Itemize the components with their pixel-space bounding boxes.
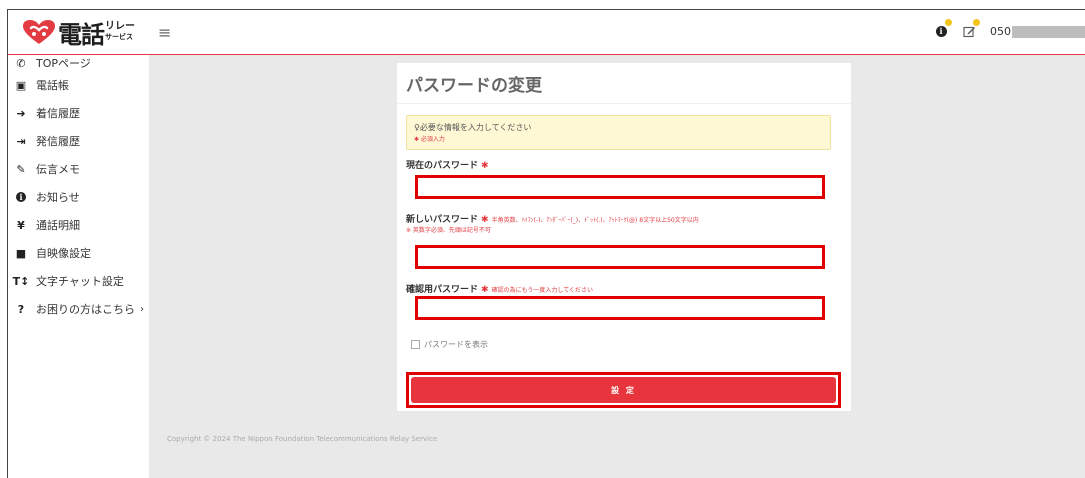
notification-button[interactable]: i — [932, 19, 952, 40]
sidebar-item-memo[interactable]: ✎ 伝言メモ — [8, 155, 149, 183]
info-circle-icon: i — [935, 25, 947, 37]
required-mark: ✱ — [481, 161, 489, 171]
app-frame: 電話 リレー サービス ≡ i 050 ✆ TOPページ ▣ 電話帳 ➜ 着信履… — [7, 9, 1085, 478]
top-header: 電話 リレー サービス ≡ i 050 — [8, 10, 1085, 55]
submit-button[interactable]: 設 定 — [411, 377, 836, 403]
new-password-label: 新しいパスワード ✱ 半角英数、ﾊｲﾌﾝ(-)、ｱﾝﾀﾞｰﾊﾞｰ(_)、ﾄﾞｯﾄ(.… — [406, 212, 699, 225]
outgoing-call-icon: ⇥ — [16, 134, 26, 148]
brand-logo[interactable]: 電話 リレー サービス — [22, 17, 135, 49]
page-title: パスワードの変更 — [406, 76, 542, 96]
memo-button[interactable] — [960, 19, 980, 40]
confirm-password-field[interactable] — [418, 299, 826, 320]
heart-logo-icon — [23, 20, 55, 44]
show-password-toggle[interactable]: パスワードを表示 — [411, 339, 488, 350]
label-text: 新しいパスワード — [406, 215, 479, 225]
sidebar-item-label: 通話明細 — [36, 219, 80, 232]
chevron-right-icon: › — [140, 303, 144, 315]
memo-icon: ✎ — [16, 162, 26, 176]
phone-masked — [1012, 25, 1085, 38]
sidebar-item-top[interactable]: ✆ TOPページ — [8, 55, 149, 71]
confirm-password-input[interactable] — [415, 296, 826, 320]
info-icon: i — [14, 190, 28, 204]
edit-icon — [962, 26, 975, 37]
current-password-input[interactable] — [415, 175, 826, 199]
label-text: 現在のパスワード — [406, 161, 479, 171]
hamburger-icon[interactable]: ≡ — [158, 23, 171, 42]
logo-sub-bottom: サービス — [105, 33, 133, 41]
sidebar-item-label: 電話帳 — [36, 79, 69, 92]
sidebar-item-video[interactable]: ■ 自映像設定 — [8, 239, 149, 267]
sidebar-item-incoming[interactable]: ➜ 着信履歴 — [8, 99, 149, 127]
sidebar: ✆ TOPページ ▣ 電話帳 ➜ 着信履歴 ⇥ 発信履歴 ✎ 伝言メモ i お知… — [8, 55, 149, 478]
divider — [397, 103, 851, 104]
logo-wordmark: 電話 — [58, 20, 105, 49]
confirm-password-hint: 確認の為にもう一度入力してください — [491, 287, 594, 294]
submit-highlight: 設 定 — [406, 372, 841, 408]
phone-icon: ✆ — [16, 56, 26, 70]
current-password-label: 現在のパスワード ✱ — [406, 158, 489, 171]
incoming-call-icon: ➜ — [16, 106, 26, 120]
sidebar-item-label: 発信履歴 — [36, 135, 80, 148]
copyright-footer: Copyright © 2024 The Nippon Foundation T… — [167, 435, 438, 443]
phone-prefix: 050 — [990, 24, 1011, 38]
confirm-password-label: 確認用パスワード ✱ 確認の為にもう一度入力してください — [406, 282, 593, 295]
memo-dot — [973, 19, 980, 26]
notice-required: ✱ 必須入力 — [414, 136, 445, 143]
sidebar-item-label: TOPページ — [36, 57, 91, 70]
sidebar-item-billing[interactable]: ¥ 通話明細 — [8, 211, 149, 239]
sidebar-item-label: 文字チャット設定 — [36, 275, 124, 288]
info-notice: ♀必要な情報を入力してください ✱ 必須入力 — [406, 115, 831, 150]
required-mark: ✱ — [481, 215, 489, 225]
password-change-card: パスワードの変更 ♀必要な情報を入力してください ✱ 必須入力 現在のパスワード… — [397, 63, 851, 411]
notification-dot — [945, 19, 952, 26]
header-actions: i 050 — [932, 19, 1085, 40]
sidebar-item-news[interactable]: i お知らせ — [8, 183, 149, 211]
sidebar-item-label: 自映像設定 — [36, 247, 91, 260]
phone-number: 050 — [990, 25, 1085, 38]
checkbox[interactable] — [411, 340, 420, 349]
required-mark: ✱ — [481, 285, 489, 295]
sidebar-item-help[interactable]: ? お困りの方はこちら › — [8, 295, 149, 323]
new-password-note: ※ 英数字必須、先頭は記号不可 — [406, 227, 491, 234]
sidebar-item-label: お知らせ — [36, 191, 80, 204]
logo-sub-top: リレー — [105, 21, 135, 32]
sidebar-item-label: 伝言メモ — [36, 163, 80, 176]
current-password-field[interactable] — [418, 178, 826, 199]
sidebar-item-label: お困りの方はこちら — [36, 303, 135, 316]
new-password-field[interactable] — [418, 248, 826, 269]
sidebar-item-chat[interactable]: T↕ 文字チャット設定 — [8, 267, 149, 295]
logo-subtitle: リレー サービス — [105, 21, 135, 43]
new-password-hint: 半角英数、ﾊｲﾌﾝ(-)、ｱﾝﾀﾞｰﾊﾞｰ(_)、ﾄﾞｯﾄ(.)、ｱｯﾄﾏｰｸ(… — [491, 217, 699, 224]
video-icon: ■ — [15, 246, 27, 260]
sidebar-item-label: 着信履歴 — [36, 107, 80, 120]
help-icon: ? — [17, 302, 25, 316]
show-password-label: パスワードを表示 — [424, 340, 488, 349]
text-size-icon: T↕ — [12, 274, 30, 288]
notice-text: ♀必要な情報を入力してください — [414, 123, 532, 132]
label-text: 確認用パスワード — [406, 285, 479, 295]
address-book-icon: ▣ — [15, 78, 27, 92]
yen-icon: ¥ — [17, 218, 25, 232]
sidebar-item-outgoing[interactable]: ⇥ 発信履歴 — [8, 127, 149, 155]
sidebar-item-phonebook[interactable]: ▣ 電話帳 — [8, 71, 149, 99]
new-password-input[interactable] — [415, 245, 826, 269]
